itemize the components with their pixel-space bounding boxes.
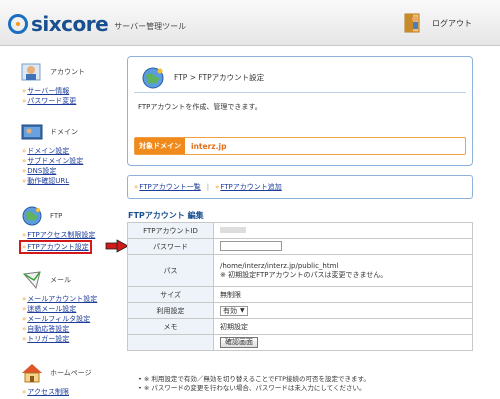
header-bar: sixcore サーバー管理ツール ログアウト <box>0 0 500 46</box>
sub-navigation: FTPアカウント一覧 | FTPアカウント追加 <box>127 175 473 199</box>
sidebar-section-homepage: ホームページ アクセス制限 <box>0 359 118 397</box>
sidebar-section-label: ホームページ <box>50 369 92 377</box>
path-value: /home/interz/interz.jp/public_html <box>220 261 339 270</box>
status-cell: 有効 ▼ <box>213 302 473 319</box>
sidebar-section-account: アカウント サーバー情報 パスワード変更 <box>0 58 118 106</box>
domain-icon <box>20 120 44 144</box>
confirm-button[interactable]: 確認画面 <box>220 337 258 348</box>
homepage-icon <box>20 361 44 385</box>
form-title: FTPアカウント 編集 <box>128 211 204 220</box>
ftp-account-edit-form: FTPアカウントID パスワード パス /home/interz/interz.… <box>127 222 473 351</box>
status-select-value: 有効 <box>223 306 237 315</box>
sidebar: アカウント サーバー情報 パスワード変更 ドメイン ドメイン設定 サブドメイン設… <box>0 46 118 399</box>
status-select[interactable]: 有効 ▼ <box>220 305 248 316</box>
target-domain: 対象ドメイン interz.jp <box>134 137 466 155</box>
panel-title: FTP > FTPアカウント設定 <box>134 63 466 93</box>
note-item: • ※ 利用設定で有効／無効を切り替えることでFTP接続の可否を設定できます。 <box>138 375 370 383</box>
sidebar-section-domain: ドメイン ドメイン設定 サブドメイン設定 DNS設定 動作確認URL <box>0 118 118 186</box>
sidebar-section-label: アカウント <box>50 68 85 76</box>
sidebar-link-mail-account[interactable]: メールアカウント設定 <box>22 294 118 304</box>
domain-tag: 対象ドメイン <box>135 138 185 154</box>
sidebar-section-mail: メール メールアカウント設定 迷惑メール設定 メールフィルタ設定 自動応答設定 … <box>0 266 118 344</box>
field-label: パス <box>127 254 214 287</box>
domain-value: interz.jp <box>191 141 227 151</box>
ftp-settings-panel: FTP > FTPアカウント設定 FTPアカウントを作成、管理できます。 対象ド… <box>127 56 473 166</box>
path-cell: /home/interz/interz.jp/public_html ※ 初期設… <box>213 254 473 287</box>
memo-value: 初期設定 <box>213 318 473 335</box>
sidebar-link-server-info[interactable]: サーバー情報 <box>22 86 118 96</box>
sidebar-link-spam[interactable]: 迷惑メール設定 <box>22 304 118 314</box>
sidebar-link-subdomain[interactable]: サブドメイン設定 <box>22 156 118 166</box>
sidebar-section-label: メール <box>50 276 71 284</box>
ftp-account-add-link[interactable]: FTPアカウント追加 <box>215 182 281 192</box>
ftp-globe-icon <box>20 204 44 228</box>
logo-icon <box>8 14 28 34</box>
ftp-account-list-link[interactable]: FTPアカウント一覧 <box>134 182 200 192</box>
size-value: 無制限 <box>213 286 473 303</box>
breadcrumb-root: FTP <box>174 73 188 82</box>
logo: sixcore サーバー管理ツール <box>8 12 186 36</box>
breadcrumb: FTP > FTPアカウント設定 <box>174 72 264 83</box>
mail-icon <box>20 268 44 292</box>
logout-label: ログアウト <box>432 18 472 28</box>
path-note: ※ 初期設定FTPアカウントのパスは変更できません。 <box>220 270 388 279</box>
sidebar-link-dns[interactable]: DNS設定 <box>22 166 118 176</box>
field-label: メモ <box>127 318 214 335</box>
breadcrumb-separator: > <box>189 73 196 82</box>
breadcrumb-current: FTPアカウント設定 <box>198 73 265 82</box>
sidebar-link-check-url[interactable]: 動作確認URL <box>22 176 118 186</box>
logo-text: sixcore <box>31 12 109 36</box>
sidebar-section-label: ドメイン <box>50 128 78 136</box>
password-input[interactable] <box>220 240 282 251</box>
sidebar-link-password[interactable]: パスワード変更 <box>22 96 118 106</box>
account-icon <box>20 60 44 84</box>
ftp-globe-icon <box>140 65 166 91</box>
notes: • ※ 利用設定で有効／無効を切り替えることでFTP接続の可否を設定できます。 … <box>138 375 370 393</box>
sidebar-link-access-limit[interactable]: アクセス制限 <box>22 387 118 397</box>
sidebar-section-ftp: FTP FTPアクセス制限設定 FTPアカウント設定 <box>0 202 118 254</box>
door-icon <box>402 12 424 34</box>
field-label: パスワード <box>127 238 214 255</box>
redacted-value <box>220 226 246 233</box>
logo-subtitle: サーバー管理ツール <box>114 21 187 31</box>
sidebar-link-ftp-account[interactable]: FTPアカウント設定 <box>19 240 92 254</box>
ftp-account-id-value <box>213 222 473 239</box>
logout-button[interactable]: ログアウト <box>402 12 472 34</box>
panel-description: FTPアカウントを作成、管理できます。 <box>138 103 262 111</box>
confirm-cell: 確認画面 <box>213 334 473 351</box>
note-item: • ※ パスワードの変更を行わない場合、パスワードは未入力にしてください。 <box>138 384 366 392</box>
field-label: 利用設定 <box>127 302 214 319</box>
password-cell <box>213 238 473 255</box>
sidebar-link-autoreply[interactable]: 自動応答設定 <box>22 324 118 334</box>
field-label: FTPアカウントID <box>127 222 214 239</box>
field-label: サイズ <box>127 286 214 303</box>
sidebar-link-domain-settings[interactable]: ドメイン設定 <box>22 146 118 156</box>
empty-cell <box>127 334 214 351</box>
chevron-down-icon: ▼ <box>240 307 245 314</box>
sidebar-link-mail-filter[interactable]: メールフィルタ設定 <box>22 314 118 324</box>
sidebar-section-label: FTP <box>50 212 63 220</box>
sidebar-link-trigger[interactable]: トリガー設定 <box>22 334 118 344</box>
subnav-separator: | <box>206 183 210 191</box>
